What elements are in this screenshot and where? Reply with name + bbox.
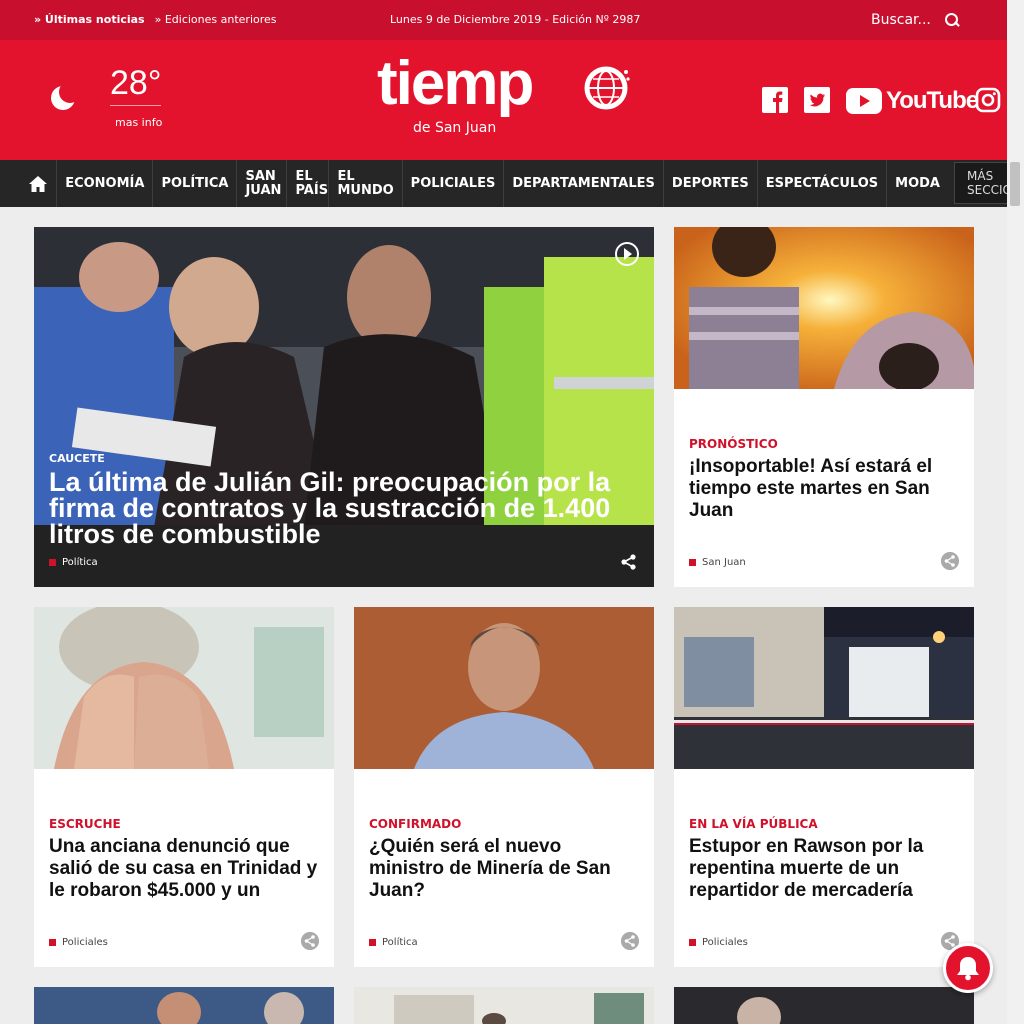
article-card[interactable] [354, 987, 654, 1024]
article-card[interactable] [34, 987, 334, 1024]
twitter-icon [804, 87, 830, 113]
share-icon[interactable] [620, 553, 638, 571]
article-category-label: Política [382, 937, 418, 948]
category-dot [369, 939, 376, 946]
nav-item-economia[interactable]: ECONOMÍA [57, 160, 154, 207]
play-video-icon[interactable] [614, 241, 640, 267]
instagram-icon [975, 87, 1001, 113]
search-box[interactable]: Buscar... [871, 12, 959, 28]
nav-item-departamentales[interactable]: DEPARTAMENTALES [504, 160, 664, 207]
home-icon [29, 175, 48, 192]
article-kicker: PRONÓSTICO [689, 437, 778, 451]
nav-item-policiales[interactable]: POLICIALES [403, 160, 505, 207]
hero-kicker: CAUCETE [49, 452, 105, 465]
hero-category[interactable]: Política [49, 557, 98, 568]
article-category-label: Policiales [62, 937, 108, 948]
nav-item-el-mundo[interactable]: EL MUNDO [329, 160, 403, 207]
previous-editions-link[interactable]: » Ediciones anteriores [155, 13, 277, 26]
article-kicker: CONFIRMADO [369, 817, 462, 831]
logo-word: tiemp [377, 49, 534, 118]
hero-category-label: Política [62, 557, 98, 568]
article-image [674, 227, 974, 389]
article-card[interactable]: ESCRUCHE Una anciana denunció que salió … [34, 607, 334, 967]
scrollbar-thumb[interactable] [1010, 162, 1020, 206]
article-card[interactable]: CONFIRMADO ¿Quién será el nuevo ministro… [354, 607, 654, 967]
article-category[interactable]: Policiales [49, 937, 108, 948]
temperature: 28° [110, 64, 162, 106]
hero-article-card[interactable]: CAUCETE La última de Julián Gil: preocup… [34, 227, 654, 587]
top-links: » Últimas noticias » Ediciones anteriore… [34, 13, 277, 26]
logo-subtitle: de San Juan [413, 120, 497, 136]
nav-home[interactable] [0, 160, 58, 207]
article-image [34, 607, 334, 769]
site-logo[interactable]: tiemp de San Juan [377, 49, 633, 138]
article-card[interactable]: EN LA VÍA PÚBLICA Estupor en Rawson por … [674, 607, 974, 967]
notifications-button[interactable] [943, 943, 993, 993]
article-title[interactable]: ¿Quién será el nuevo ministro de Minería… [369, 836, 639, 902]
category-dot [689, 939, 696, 946]
article-kicker: ESCRUCHE [49, 817, 121, 831]
search-icon[interactable] [944, 13, 959, 27]
article-title[interactable]: ¡Insoportable! Así estará el tiempo este… [689, 456, 959, 522]
nav-item-espectaculos[interactable]: ESPECTÁCULOS [758, 160, 888, 207]
nav-item-san-juan[interactable]: SAN JUAN [237, 160, 288, 207]
edition-date: Lunes 9 de Diciembre 2019 - Edición Nº 2… [390, 13, 641, 26]
article-image [674, 987, 974, 1024]
instagram-link[interactable] [975, 87, 1001, 113]
page-scrollbar[interactable] [1007, 0, 1024, 1024]
top-bar: » Últimas noticias » Ediciones anteriore… [0, 0, 1007, 40]
youtube-label: YouTube [886, 87, 979, 114]
nav-item-deportes[interactable]: DEPORTES [664, 160, 758, 207]
article-category[interactable]: San Juan [689, 557, 746, 568]
article-title[interactable]: Una anciana denunció que salió de su cas… [49, 836, 319, 902]
latest-news-link[interactable]: » Últimas noticias [34, 13, 145, 26]
article-kicker: EN LA VÍA PÚBLICA [689, 817, 818, 831]
weather-more-info-link[interactable]: mas info [115, 116, 162, 129]
bell-icon [957, 957, 979, 981]
share-icon[interactable] [941, 552, 959, 570]
main-nav: ECONOMÍA POLÍTICA SAN JUAN EL PAÍS EL MU… [0, 160, 1024, 207]
category-dot [689, 559, 696, 566]
category-dot [49, 939, 56, 946]
facebook-link[interactable] [762, 87, 788, 113]
article-image [354, 607, 654, 769]
article-category-label: San Juan [702, 557, 746, 568]
category-dot [49, 559, 56, 566]
article-title[interactable]: Estupor en Rawson por la repentina muert… [689, 836, 959, 902]
share-icon[interactable] [301, 932, 319, 950]
youtube-link[interactable]: YouTube [846, 87, 979, 115]
share-icon[interactable] [621, 932, 639, 950]
article-image [34, 987, 334, 1024]
nav-item-moda[interactable]: MODA [887, 160, 948, 207]
facebook-icon [762, 87, 788, 113]
nav-item-politica[interactable]: POLÍTICA [153, 160, 238, 207]
article-image [354, 987, 654, 1024]
site-header: 28° mas info tiemp de San Juan YouTube [0, 40, 1007, 160]
search-input[interactable]: Buscar... [871, 12, 931, 28]
nav-item-el-pais[interactable]: EL PAÍS [287, 160, 330, 207]
hero-title[interactable]: La última de Julián Gil: preocupación po… [49, 469, 639, 548]
twitter-link[interactable] [804, 87, 830, 113]
article-card[interactable] [674, 987, 974, 1024]
article-category[interactable]: Política [369, 937, 418, 948]
article-category-label: Policiales [702, 937, 748, 948]
article-category[interactable]: Policiales [689, 937, 748, 948]
article-card[interactable]: PRONÓSTICO ¡Insoportable! Así estará el … [674, 227, 974, 587]
article-image [674, 607, 974, 769]
globe-icon [584, 66, 630, 110]
youtube-icon [846, 88, 882, 114]
moon-icon [51, 82, 79, 110]
